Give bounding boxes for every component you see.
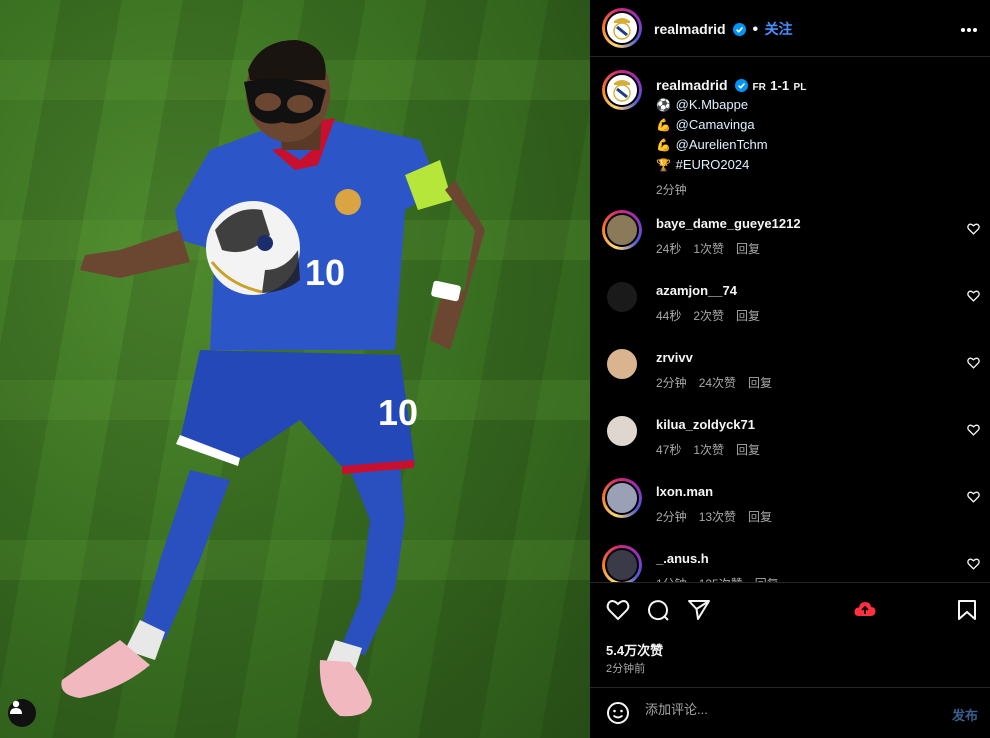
comment-item: lxon.man 2分钟 13次赞 回复	[590, 468, 990, 528]
hashtag-link[interactable]: #EURO2024	[676, 157, 750, 172]
commenter-avatar[interactable]	[602, 545, 642, 582]
score-team-fr: FR	[752, 82, 766, 93]
commenter-username[interactable]: lxon.man	[656, 484, 713, 499]
player-illustration: 10 10	[0, 40, 590, 717]
comment-meta: 2分钟 24次赞 回复	[656, 374, 784, 391]
caption-line: 💪 @Camavinga	[656, 115, 768, 135]
avatar	[605, 414, 639, 448]
commenter-avatar[interactable]	[602, 478, 642, 518]
comment-likes[interactable]: 2次赞	[693, 309, 724, 323]
comment-item: kilua_zoldyck71 47秒 1次赞 回复	[590, 401, 990, 461]
share-icon[interactable]	[687, 599, 711, 626]
post-side-panel: realmadrid • 关注 realmadrid FR 1-1 PL ⚽ @…	[590, 0, 990, 738]
comment-meta: 47秒 1次赞 回复	[656, 441, 772, 458]
verified-badge-icon	[733, 23, 747, 41]
comment-item: _.anus.h 1分钟135次赞回复	[590, 535, 990, 582]
comment-likes[interactable]: 13次赞	[699, 510, 736, 524]
like-comment-heart-icon[interactable]	[967, 423, 980, 441]
comment-item: azamjon__74 44秒 2次赞 回复	[590, 267, 990, 327]
caption-line: ⚽ @K.Mbappe	[656, 95, 768, 115]
comment-meta: 24秒 1次赞 回复	[656, 240, 772, 257]
svg-text:10: 10	[305, 252, 345, 293]
comment-time: 24秒	[656, 242, 682, 256]
like-comment-heart-icon[interactable]	[967, 356, 980, 374]
mention-link[interactable]: @K.Mbappe	[676, 97, 748, 112]
like-comment-heart-icon[interactable]	[967, 490, 980, 508]
mention-link[interactable]: @Camavinga	[676, 117, 755, 132]
comment-meta: 2分钟 13次赞 回复	[656, 508, 784, 525]
score-team-pl: PL	[793, 82, 807, 93]
comment-time: 44秒	[656, 309, 682, 323]
comment-meta: 44秒 2次赞 回复	[656, 307, 772, 324]
comment-meta: 1分钟135次赞回复	[656, 575, 791, 582]
comment-time: 47秒	[656, 443, 682, 457]
caption-line: 💪 @AurelienTchm	[656, 135, 768, 155]
caption-time: 2分钟	[656, 183, 687, 197]
post-photo[interactable]: 10 10	[0, 0, 590, 738]
real-madrid-crest-icon	[613, 80, 631, 102]
commenter-username[interactable]: kilua_zoldyck71	[656, 417, 755, 432]
comment-likes[interactable]: 24次赞	[699, 376, 736, 390]
caption-line: 🏆 #EURO2024	[656, 155, 768, 175]
like-comment-heart-icon[interactable]	[967, 557, 980, 575]
avatar	[605, 280, 639, 314]
caption-lines: ⚽ @K.Mbappe 💪 @Camavinga 💪 @AurelienTchm…	[656, 95, 768, 200]
upload-icon[interactable]	[854, 601, 876, 622]
commenter-username[interactable]: azamjon__74	[656, 283, 737, 298]
commenter-username[interactable]: zrvivv	[656, 350, 693, 365]
like-comment-heart-icon[interactable]	[967, 289, 980, 307]
like-comment-heart-icon[interactable]	[967, 222, 980, 240]
heart-icon[interactable]	[606, 599, 630, 626]
add-comment-bar: 发布	[590, 687, 990, 738]
comment-time: 2分钟	[656, 510, 687, 524]
author-username[interactable]: realmadrid	[654, 21, 726, 37]
score: 1-1	[770, 78, 790, 93]
more-options-icon[interactable]	[960, 16, 978, 39]
caption-username[interactable]: realmadrid	[656, 77, 728, 93]
post-actions: 5.4万次赞 2分钟前	[590, 582, 990, 687]
follow-button[interactable]: 关注	[765, 21, 793, 37]
trophy-icon: 🏆	[656, 158, 671, 172]
reply-button[interactable]: 回复	[748, 510, 772, 524]
emoji-icon[interactable]	[606, 701, 630, 730]
avatar	[605, 347, 639, 381]
caption-author-avatar[interactable]	[602, 70, 642, 110]
comments-list[interactable]: baye_dame_gueye1212 24秒 1次赞 回复 azamjon__74 44…	[590, 200, 990, 582]
flexed-biceps-icon: 💪	[656, 118, 671, 132]
author-avatar[interactable]	[602, 8, 642, 48]
tagged-people-icon[interactable]	[8, 699, 36, 727]
comment-input[interactable]	[645, 702, 915, 717]
comment-likes[interactable]: 1次赞	[693, 443, 724, 457]
comment-item: zrvivv 2分钟 24次赞 回复	[590, 334, 990, 394]
post-header: realmadrid • 关注	[590, 0, 990, 57]
soccer-ball-icon: ⚽	[656, 98, 671, 112]
avatar	[605, 213, 639, 247]
comment-icon[interactable]	[646, 598, 670, 627]
post-time: 2分钟前	[606, 663, 646, 675]
real-madrid-crest-icon	[613, 18, 631, 40]
svg-text:10: 10	[378, 392, 418, 433]
avatar	[605, 548, 639, 582]
likes-count[interactable]: 5.4万次赞	[606, 640, 663, 659]
comment-time: 2分钟	[656, 376, 687, 390]
comment-item: baye_dame_gueye1212 24秒 1次赞 回复	[590, 200, 990, 260]
commenter-avatar[interactable]	[602, 277, 642, 317]
post-comment-button[interactable]: 发布	[952, 705, 978, 724]
commenter-username[interactable]: baye_dame_gueye1212	[656, 216, 801, 231]
commenter-avatar[interactable]	[602, 210, 642, 250]
reply-button[interactable]: 回复	[736, 242, 760, 256]
flexed-biceps-icon: 💪	[656, 138, 671, 152]
avatar	[605, 481, 639, 515]
separator-dot: •	[752, 21, 759, 38]
mention-link[interactable]: @AurelienTchm	[676, 137, 768, 152]
comment-likes[interactable]: 1次赞	[693, 242, 724, 256]
bookmark-icon[interactable]	[957, 599, 977, 626]
reply-button[interactable]: 回复	[736, 443, 760, 457]
commenter-avatar[interactable]	[602, 344, 642, 384]
commenter-avatar[interactable]	[602, 411, 642, 451]
commenter-username[interactable]: _.anus.h	[656, 551, 709, 566]
reply-button[interactable]: 回复	[736, 309, 760, 323]
reply-button[interactable]: 回复	[748, 376, 772, 390]
